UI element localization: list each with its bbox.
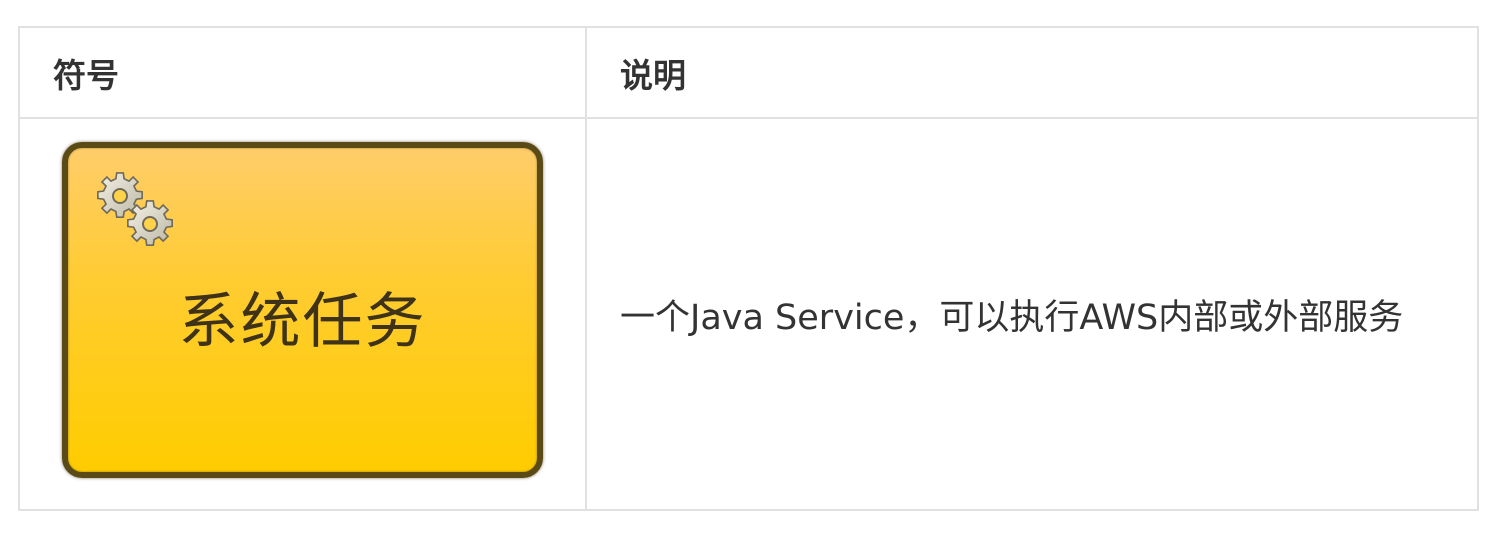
gears-icon [97,172,173,247]
table-row: 系统任务 一个Java Service，可以执行AWS内部或外部服务 [18,117,1479,511]
system-task-label: 系统任务 [178,287,427,358]
header-description: 说明 [585,25,1479,120]
symbol-description-table: 符号 说明 系统任务 一个Java Service，可以执行AWS内部或外部服务 [18,25,1479,511]
table-header-row: 符号 说明 [18,25,1479,120]
symbol-cell: 系统任务 [18,117,587,511]
description-cell: 一个Java Service，可以执行AWS内部或外部服务 [585,117,1479,511]
system-task-symbol: 系统任务 [62,142,543,479]
header-symbol: 符号 [18,25,587,120]
